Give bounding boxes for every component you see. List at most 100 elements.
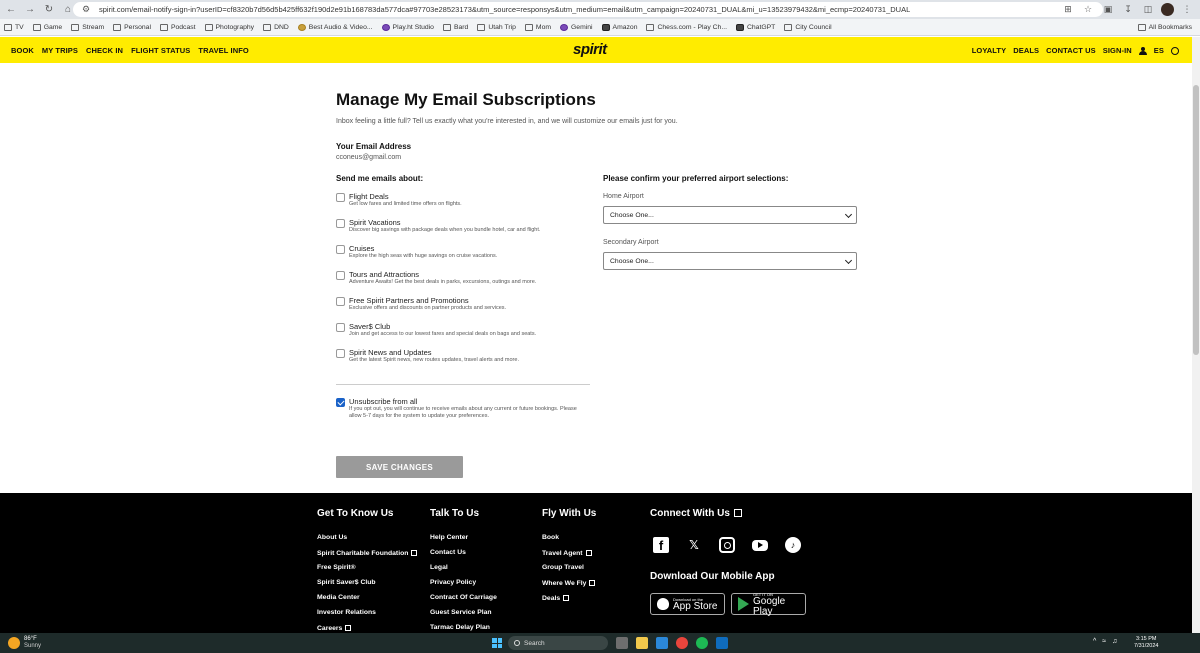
tiktok-icon[interactable]: ♪ [785, 537, 801, 553]
extension-icon[interactable]: ▣ [1101, 2, 1115, 16]
windows-start-icon[interactable] [492, 638, 502, 648]
google-play-badge[interactable]: GET IT ON Google Play [731, 592, 806, 617]
bookmark-item[interactable]: Photography [204, 23, 254, 31]
person-icon[interactable] [1138, 46, 1147, 55]
footer-link[interactable]: Help Center [430, 534, 468, 541]
nav-flight-status[interactable]: FLIGHT STATUS [131, 46, 190, 55]
footer-link[interactable]: Spirit Charitable Foundation [317, 549, 418, 557]
nav-contact-us[interactable]: CONTACT US [1046, 46, 1096, 55]
taskbar-clock[interactable]: 3:15 PM 7/31/2024 [1134, 636, 1158, 650]
footer-link[interactable]: Spirit Saver$ Club [317, 579, 376, 586]
footer-link[interactable]: About Us [317, 534, 347, 541]
wifi-icon[interactable]: ≈ [1102, 638, 1106, 645]
bookmark-item[interactable]: Podcast [159, 23, 196, 31]
bookmark-item[interactable]: Best Audio & Video... [297, 23, 373, 31]
footer-link[interactable]: Travel Agent [542, 549, 592, 557]
nav-travel-info[interactable]: TRAVEL INFO [198, 46, 248, 55]
bookmark-item[interactable]: City Council [784, 23, 832, 31]
bookmark-item[interactable]: Personal [113, 23, 151, 31]
footer-link[interactable]: Guest Service Plan [430, 609, 492, 616]
nav-sign-in[interactable]: SIGN-IN [1103, 46, 1132, 55]
tours-checkbox[interactable] [336, 271, 345, 280]
folder-icon [524, 23, 533, 31]
spirit-vacations-checkbox[interactable] [336, 219, 345, 228]
site-info-icon[interactable]: ⚙ [79, 3, 93, 17]
connect-heading[interactable]: Connect With Us [650, 508, 742, 519]
bookmark-item[interactable]: Stream [71, 23, 104, 31]
globe-icon[interactable] [1171, 46, 1179, 55]
bookmark-item[interactable]: TV [4, 23, 24, 31]
facebook-icon[interactable]: f [653, 537, 669, 553]
secondary-airport-select[interactable]: Choose One... [603, 252, 857, 270]
download-icon[interactable]: ↧ [1121, 2, 1135, 16]
bookmark-item[interactable]: ChatGPT [735, 23, 775, 31]
footer-link[interactable]: Free Spirit® [317, 564, 356, 571]
chrome-icon[interactable] [676, 637, 688, 649]
bookmark-item[interactable]: Utah Trip [477, 23, 516, 31]
store-icon[interactable] [656, 637, 668, 649]
chevron-up-icon[interactable]: ^ [1093, 638, 1096, 645]
footer-link[interactable]: Contact Us [430, 549, 466, 556]
nav-my-trips[interactable]: MY TRIPS [42, 46, 78, 55]
save-changes-button[interactable]: SAVE CHANGES [336, 456, 463, 478]
footer-link[interactable]: Deals [542, 594, 570, 602]
task-view-icon[interactable] [616, 637, 628, 649]
footer-link[interactable]: Book [542, 534, 559, 541]
footer-link[interactable]: Tarmac Delay Plan [430, 624, 490, 631]
nav-deals[interactable]: DEALS [1013, 46, 1039, 55]
footer-link[interactable]: Legal [430, 564, 448, 571]
side-panel-icon[interactable]: ◫ [1141, 2, 1155, 16]
scroll-thumb[interactable] [1193, 85, 1199, 355]
bookmark-item[interactable]: Play.ht Studio [381, 23, 434, 31]
bookmark-item[interactable]: Mom [524, 23, 551, 31]
nav-loyalty[interactable]: LOYALTY [972, 46, 1006, 55]
cruises-checkbox[interactable] [336, 245, 345, 254]
bookmark-item[interactable]: Game [32, 23, 62, 31]
nav-book[interactable]: BOOK [11, 46, 34, 55]
share-icon[interactable]: ⊞ [1061, 2, 1075, 16]
bookmark-item[interactable]: DND [263, 23, 289, 31]
bookmark-item[interactable]: Amazon [601, 23, 637, 31]
volume-icon[interactable]: ♫ [1112, 638, 1117, 645]
bookmark-item[interactable]: Bard [442, 23, 468, 31]
bookmark-item[interactable]: Gemini [560, 23, 593, 31]
footer-link[interactable]: Investor Relations [317, 609, 376, 616]
unsubscribe-desc: If you opt out, you will continue to rec… [349, 406, 577, 419]
badge-text: GET IT ON Google Play [753, 592, 805, 617]
youtube-icon[interactable] [752, 539, 768, 551]
footer-link[interactable]: Where We Fly [542, 579, 596, 587]
url-bar[interactable]: ⚙ spirit.com/email-notify-sign-in?userID… [73, 2, 1103, 17]
news-checkbox[interactable] [336, 349, 345, 358]
savers-club-checkbox[interactable] [336, 323, 345, 332]
menu-icon[interactable]: ⋮ [1180, 2, 1194, 16]
spirit-logo[interactable]: spirit [573, 41, 607, 58]
nav-check-in[interactable]: CHECK IN [86, 46, 123, 55]
bookmark-star-icon[interactable]: ☆ [1081, 2, 1095, 16]
forward-icon[interactable]: → [22, 2, 38, 18]
profile-avatar[interactable] [1161, 2, 1174, 16]
outlook-icon[interactable] [716, 637, 728, 649]
weather-widget[interactable]: 86°F Sunny [8, 636, 41, 650]
partners-checkbox[interactable] [336, 297, 345, 306]
google-play-icon [738, 597, 749, 611]
footer-link[interactable]: Careers [317, 624, 352, 632]
spotify-icon[interactable] [696, 637, 708, 649]
app-store-badge[interactable]: Download on the App Store [650, 593, 725, 615]
footer-link[interactable]: Contract Of Carriage [430, 594, 497, 601]
footer-link[interactable]: Media Center [317, 594, 360, 601]
file-explorer-icon[interactable] [636, 637, 648, 649]
x-icon[interactable]: 𝕏 [686, 537, 702, 553]
bookmark-item[interactable]: Chess.com - Play Ch... [646, 23, 727, 31]
unsubscribe-checkbox[interactable] [336, 398, 345, 407]
taskbar-search[interactable]: Search [508, 636, 608, 650]
footer-link[interactable]: Privacy Policy [430, 579, 476, 586]
instagram-icon[interactable] [719, 537, 735, 553]
footer-link[interactable]: Group Travel [542, 564, 584, 571]
back-icon[interactable]: ← [3, 2, 19, 18]
all-bookmarks[interactable]: All Bookmarks [1137, 23, 1192, 31]
language-toggle[interactable]: ES [1154, 46, 1164, 55]
reload-icon[interactable]: ↻ [41, 2, 57, 18]
flight-deals-checkbox[interactable] [336, 193, 345, 202]
home-airport-select[interactable]: Choose One... [603, 206, 857, 224]
page-scrollbar[interactable] [1192, 37, 1200, 633]
